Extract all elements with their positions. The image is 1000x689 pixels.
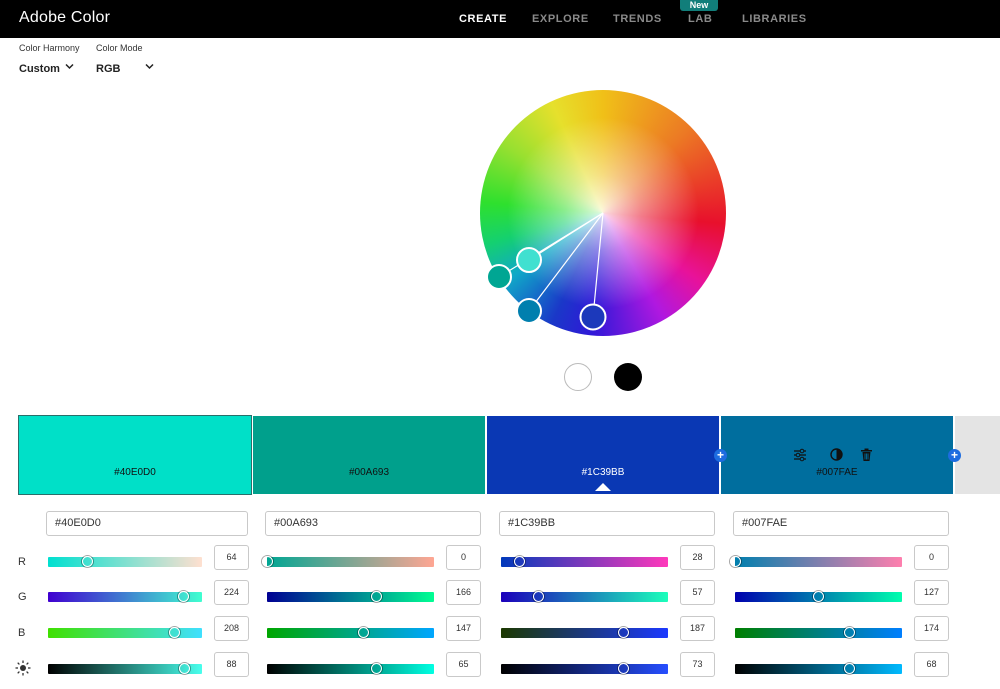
slider-handle[interactable] [370,663,382,674]
slider-handle[interactable] [168,627,180,638]
brightness-value-input[interactable]: 65 [446,652,481,677]
slider-handle[interactable] [81,556,93,567]
g-slider[interactable] [267,591,434,602]
swatch-hex-label: #00A693 [348,467,390,478]
nav-create[interactable]: CREATE [459,13,507,25]
r-value-input[interactable]: 0 [914,545,949,570]
g-value-input[interactable]: 127 [914,580,949,605]
harmony-dropdown[interactable]: Custom [19,63,60,75]
black-swatch[interactable] [614,363,642,391]
slider-handle[interactable] [618,627,630,638]
hex-input[interactable]: #40E0D0 [46,511,248,536]
b-value-input[interactable]: 208 [214,616,249,641]
r-slider[interactable] [501,556,668,567]
b-slider[interactable] [735,627,902,638]
add-color-icon[interactable]: + [948,449,961,462]
trash-icon[interactable] [860,448,873,465]
b-value-input[interactable]: 187 [680,616,715,641]
b-slider[interactable] [501,627,668,638]
brightness-value-input[interactable]: 73 [680,652,715,677]
r-value-input[interactable]: 64 [214,545,249,570]
hex-input[interactable]: #007FAE [733,511,949,536]
g-slider[interactable] [735,591,902,602]
swatch-hex-label: #007FAE [816,467,858,478]
brightness-slider[interactable] [501,663,668,674]
contrast-icon[interactable] [830,448,843,464]
b-value-input[interactable]: 147 [446,616,481,641]
brightness-value-input[interactable]: 88 [214,652,249,677]
nav-explore[interactable]: EXPLORE [532,13,589,25]
color-wheel[interactable] [480,90,726,336]
harmony-label: Color Harmony [19,43,80,53]
chevron-down-icon[interactable] [144,61,155,75]
b-value-input[interactable]: 174 [914,616,949,641]
r-value-input[interactable]: 28 [680,545,715,570]
color-swatch[interactable]: #40E0D0 [18,415,252,495]
slider-handle[interactable] [370,591,382,602]
slider-handle[interactable] [514,556,526,567]
app-title[interactable]: Adobe Color [19,9,110,27]
brightness-slider[interactable] [48,663,202,674]
mode-dropdown[interactable]: RGB [96,63,120,75]
nav-libraries[interactable]: LIBRARIES [742,13,807,25]
slider-handle[interactable] [178,663,190,674]
g-value-input[interactable]: 166 [446,580,481,605]
brightness-slider[interactable] [735,663,902,674]
mode-label: Color Mode [96,43,143,53]
sliders-icon[interactable] [793,448,807,465]
slider-handle[interactable] [843,627,855,638]
brightness-slider[interactable] [267,663,434,674]
color-swatch[interactable]: #00A693 [253,416,485,494]
row-label-b: B [18,627,26,639]
new-badge: New [680,0,718,11]
empty-swatch-slot[interactable] [955,416,1000,494]
top-bar: Adobe Color CREATE EXPLORE TRENDS New LA… [0,0,1000,38]
g-value-input[interactable]: 224 [214,580,249,605]
row-label-r: R [18,556,26,568]
row-label-g: G [18,591,27,603]
r-slider[interactable] [262,556,434,567]
white-swatch[interactable] [564,363,592,391]
slider-handle[interactable] [533,591,545,602]
r-slider[interactable] [48,556,202,567]
nav-lab[interactable]: LAB [688,13,712,25]
slider-handle[interactable] [617,663,629,674]
hex-input[interactable]: #1C39BB [499,511,715,536]
slider-handle[interactable] [178,591,190,602]
color-swatch[interactable]: #1C39BB [487,416,719,494]
nav-trends[interactable]: TRENDS [613,13,662,25]
swatch-hex-label: #40E0D0 [114,467,156,478]
r-value-input[interactable]: 0 [446,545,481,570]
slider-handle[interactable] [730,556,741,567]
sun-icon [15,660,31,681]
g-slider[interactable] [501,591,668,602]
swatch-hex-label: #1C39BB [581,467,625,478]
b-slider[interactable] [48,627,202,638]
brightness-value-input[interactable]: 68 [914,652,949,677]
slider-handle[interactable] [843,663,855,674]
chevron-down-icon[interactable] [64,61,75,75]
slider-handle[interactable] [358,627,370,638]
wheel-handles [486,212,607,331]
slider-handle[interactable] [813,591,825,602]
r-slider[interactable] [730,556,902,567]
selected-indicator-icon [595,483,611,491]
b-slider[interactable] [267,627,434,638]
hex-input[interactable]: #00A693 [265,511,481,536]
add-color-icon[interactable]: + [714,449,727,462]
g-value-input[interactable]: 57 [680,580,715,605]
g-slider[interactable] [48,591,202,602]
slider-handle[interactable] [262,556,273,567]
